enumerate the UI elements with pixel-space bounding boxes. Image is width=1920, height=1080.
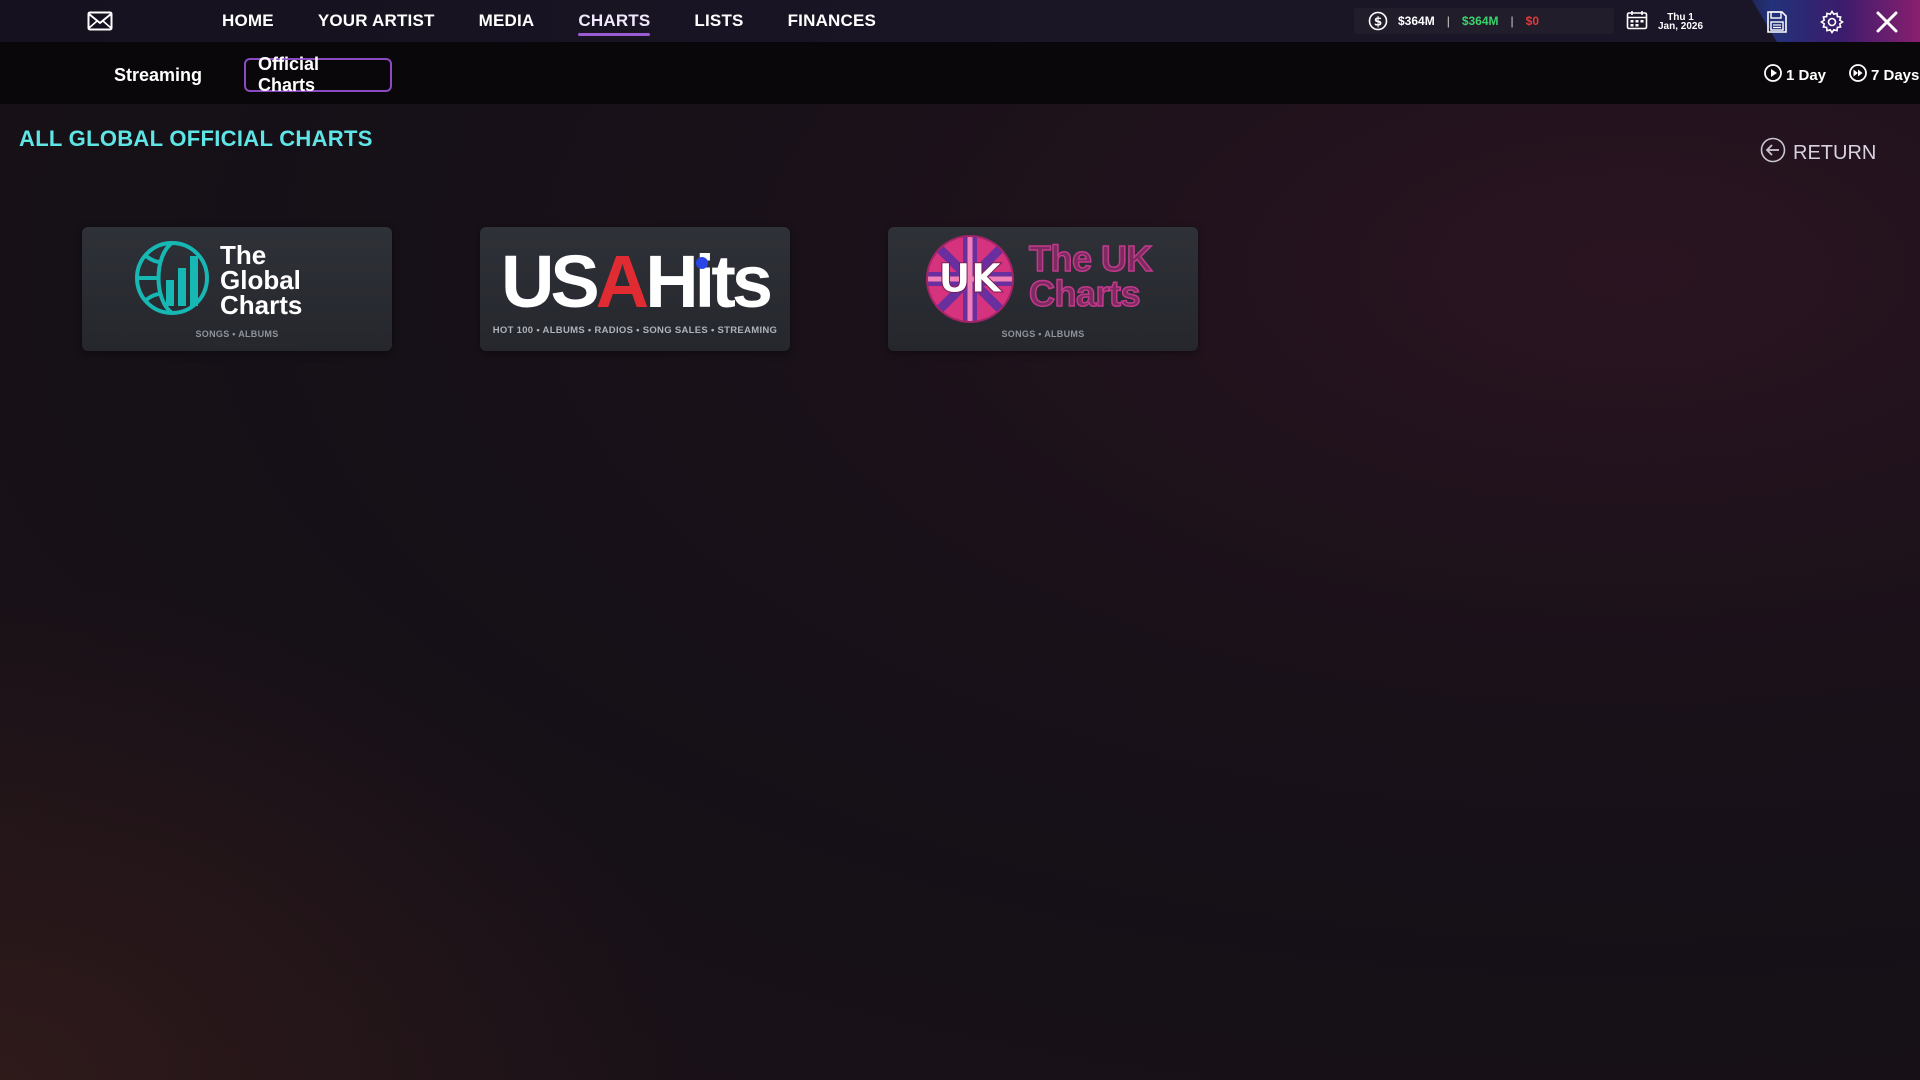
divider: |: [1446, 14, 1450, 28]
fast-forward-icon: [1848, 63, 1868, 87]
uk-charts-title: The UK Charts: [1028, 238, 1153, 314]
usa-hits-logo-hits: Hits: [645, 240, 773, 323]
gear-icon[interactable]: [1818, 8, 1846, 36]
usa-hits-card[interactable]: USAHits HOT 100 • ALBUMS • RADIOS • SONG…: [480, 227, 790, 351]
uk-charts-card[interactable]: UK The UK Charts SONGS • ALBUMS: [888, 227, 1198, 351]
top-bar: HOME YOUR ARTIST MEDIA CHARTS LISTS FINA…: [0, 0, 1920, 42]
date-month-year: Jan, 2026: [1658, 21, 1704, 32]
advance-1-day-button[interactable]: 1 Day: [1763, 64, 1826, 86]
globe-chart-icon: [135, 241, 209, 315]
return-label: RETURN: [1793, 141, 1877, 164]
calendar-icon: [1626, 10, 1648, 35]
advance-7-days-label: 7 Days: [1871, 66, 1920, 84]
nav-lists[interactable]: LISTS: [672, 0, 765, 42]
nav-charts[interactable]: CHARTS: [556, 0, 672, 42]
usa-hits-logo: USAHits: [480, 245, 790, 319]
global-charts-title: The Global Charts: [220, 242, 303, 320]
global-charts-subtitle: SONGS • ALBUMS: [195, 329, 279, 339]
global-charts-card[interactable]: The Global Charts SONGS • ALBUMS: [82, 227, 392, 351]
tab-official-charts[interactable]: Official Charts: [244, 54, 392, 95]
nav-media[interactable]: MEDIA: [457, 0, 557, 42]
tab-streaming[interactable]: Streaming: [114, 58, 202, 92]
money-income: $364M: [1461, 14, 1499, 28]
uk-charts-subtitle: SONGS • ALBUMS: [1001, 329, 1085, 339]
usa-hits-logo-a: A: [595, 240, 649, 323]
play-icon: [1763, 63, 1783, 87]
usa-hits-dot: [696, 257, 708, 269]
dollar-coin-icon: $: [1368, 11, 1388, 31]
close-icon[interactable]: [1873, 8, 1901, 36]
uk-badge-text: UK: [938, 256, 1003, 302]
sub-bar: Streaming Official Charts 1 Day 7 Days: [0, 42, 1920, 104]
uk-charts-title-line: Charts: [1028, 273, 1141, 314]
main-nav: HOME YOUR ARTIST MEDIA CHARTS LISTS FINA…: [200, 0, 898, 42]
money-expense: $0: [1525, 14, 1540, 28]
page-title: ALL GLOBAL OFFICIAL CHARTS: [19, 126, 373, 151]
usa-hits-subtitle: HOT 100 • ALBUMS • RADIOS • SONG SALES •…: [492, 325, 778, 336]
divider: |: [1510, 14, 1514, 28]
save-icon[interactable]: [1763, 8, 1791, 36]
svg-text:$: $: [1374, 15, 1382, 29]
money-panel: $ $364M | $364M | $0: [1354, 8, 1614, 34]
return-button[interactable]: RETURN: [1760, 137, 1877, 169]
arrow-left-circle-icon: [1760, 137, 1786, 169]
nav-your-artist[interactable]: YOUR ARTIST: [296, 0, 457, 42]
uk-charts-title-line: The UK: [1028, 238, 1153, 279]
global-charts-title-line: Charts: [220, 290, 303, 320]
union-jack-badge-icon: UK: [926, 235, 1014, 323]
advance-7-days-button[interactable]: 7 Days: [1848, 64, 1919, 86]
mail-icon[interactable]: [86, 10, 114, 32]
date-display[interactable]: Thu 1 Jan, 2026: [1626, 9, 1703, 35]
nav-finances[interactable]: FINANCES: [766, 0, 899, 42]
date-text: Thu 1 Jan, 2026: [1658, 13, 1704, 32]
advance-1-day-label: 1 Day: [1786, 66, 1827, 84]
usa-hits-logo-us: US: [500, 240, 600, 323]
money-balance: $364M: [1398, 14, 1435, 28]
nav-home[interactable]: HOME: [200, 0, 296, 42]
